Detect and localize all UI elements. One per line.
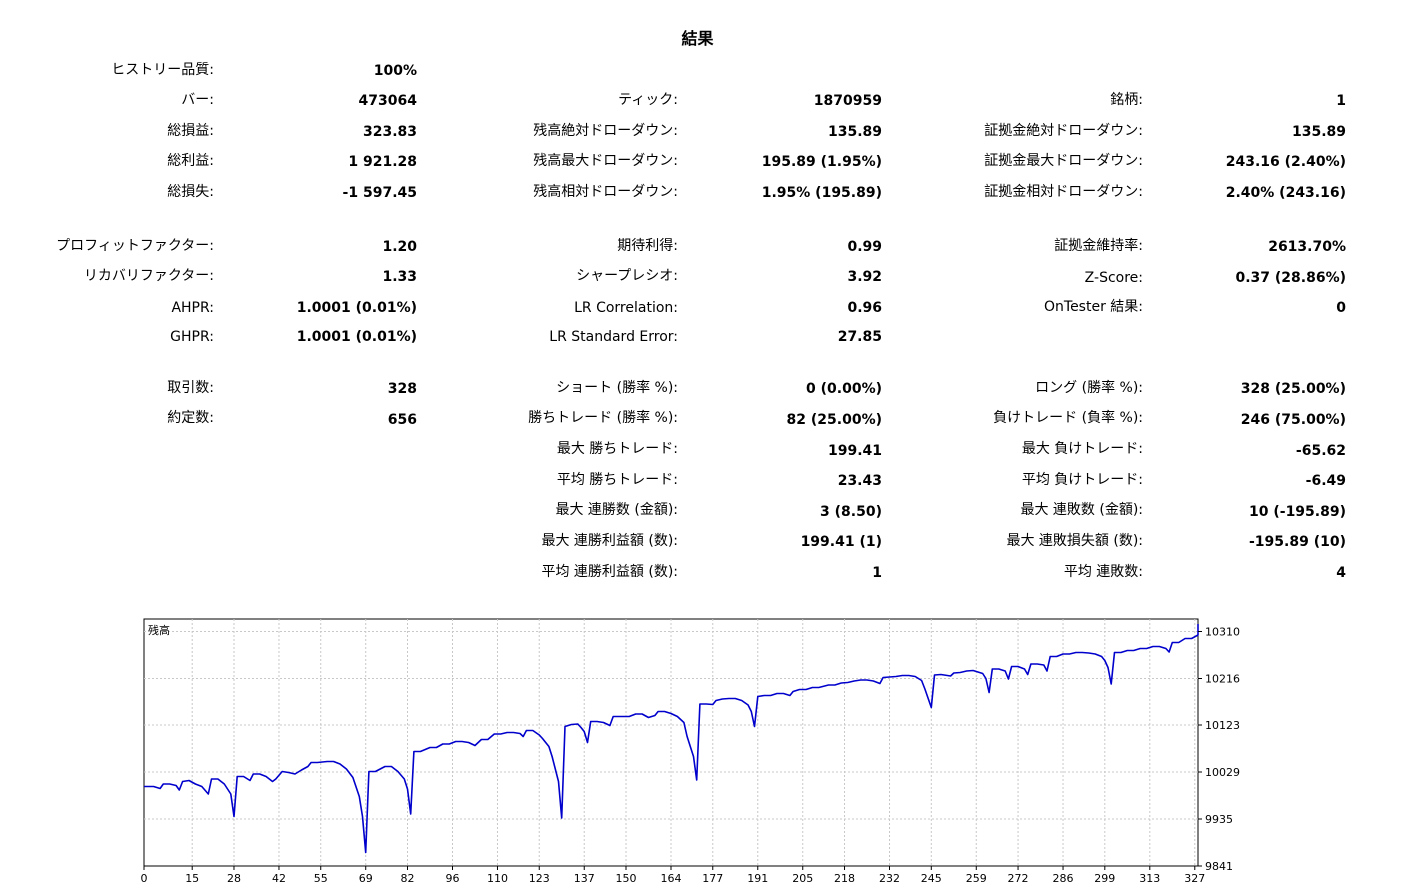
x-tick-label: 150	[616, 872, 637, 885]
x-tick-label: 69	[359, 872, 373, 885]
x-tick-label: 123	[529, 872, 550, 885]
y-tick-label: 10029	[1205, 766, 1240, 779]
y-axis: 10310 10216 10123 10029 9935 9841	[1198, 626, 1240, 873]
x-tick-label: 327	[1184, 872, 1205, 885]
y-tick-label: 10216	[1205, 673, 1240, 686]
x-tick-label: 299	[1094, 872, 1115, 885]
x-tick-label: 272	[1008, 872, 1029, 885]
y-tick-label: 10310	[1205, 626, 1240, 639]
y-tick-label: 10123	[1205, 719, 1240, 732]
x-tick-label: 164	[661, 872, 682, 885]
x-tick-label: 82	[401, 872, 415, 885]
x-tick-label: 191	[747, 872, 768, 885]
x-tick-label: 0	[141, 872, 148, 885]
x-tick-label: 28	[227, 872, 241, 885]
x-tick-label: 286	[1053, 872, 1074, 885]
x-tick-label: 137	[574, 872, 595, 885]
y-tick-label: 9841	[1205, 860, 1233, 873]
x-tick-label: 96	[445, 872, 459, 885]
x-tick-label: 232	[879, 872, 900, 885]
x-axis: 0 15 28 42 55 69 82 96 110 123 137 150 164 177 191 205 2…	[141, 866, 1205, 885]
x-tick-label: 259	[966, 872, 987, 885]
balance-chart: 0 15 28 42 55 69 82 96 110 123 137 150 164 177 191 205 2…	[141, 618, 1240, 885]
x-tick-label: 42	[272, 872, 286, 885]
x-tick-label: 110	[487, 872, 508, 885]
x-tick-label: 205	[792, 872, 813, 885]
x-tick-label: 15	[185, 872, 199, 885]
x-tick-label: 218	[834, 872, 855, 885]
x-tick-label: 313	[1139, 872, 1160, 885]
x-tick-label: 55	[314, 872, 328, 885]
x-tick-label: 177	[702, 872, 723, 885]
y-tick-label: 9935	[1205, 813, 1233, 826]
x-tick-label: 245	[921, 872, 942, 885]
chart-title: 残高	[148, 623, 170, 637]
